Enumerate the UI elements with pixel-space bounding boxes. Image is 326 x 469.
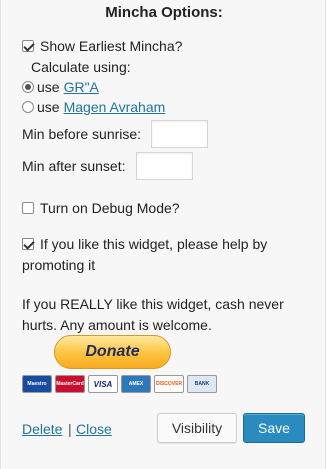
close-link[interactable]: Close bbox=[76, 421, 112, 437]
radio-gra-prefix: use bbox=[37, 79, 60, 95]
before-sunrise-input[interactable] bbox=[151, 120, 209, 148]
radio-magen-avraham-prefix: use bbox=[37, 99, 60, 115]
promote-row[interactable]: If you like this widget, please help by … bbox=[22, 234, 312, 276]
save-button[interactable]: Save bbox=[243, 413, 305, 443]
before-sunrise-row: Min before sunrise: bbox=[22, 120, 209, 148]
gra-link[interactable]: GR"A bbox=[64, 79, 99, 95]
mastercard-logo: MasterCard bbox=[55, 375, 85, 393]
after-sunset-label: Min after sunset: bbox=[22, 158, 126, 174]
magen-avraham-link[interactable]: Magen Avraham bbox=[64, 99, 166, 115]
calculate-using-label: Calculate using: bbox=[31, 59, 131, 75]
maestro-logo: Maestro bbox=[22, 375, 52, 393]
bank-logo: BANK bbox=[187, 375, 217, 393]
visa-logo: VISA bbox=[88, 375, 118, 393]
promote-checkbox[interactable] bbox=[22, 238, 34, 250]
before-sunrise-label: Min before sunrise: bbox=[22, 126, 142, 142]
payment-card-logos: Maestro MasterCard VISA AMEX DISCOVER BA… bbox=[22, 375, 217, 393]
debug-checkbox[interactable] bbox=[22, 202, 34, 214]
show-earliest-row[interactable]: Show Earliest Mincha? bbox=[22, 38, 182, 54]
show-earliest-checkbox[interactable] bbox=[22, 40, 34, 52]
after-sunset-row: Min after sunset: bbox=[22, 152, 193, 180]
debug-label: Turn on Debug Mode? bbox=[40, 200, 180, 216]
panel-title: Mincha Options: bbox=[105, 4, 223, 21]
widget-options-panel: Mincha Options: Show Earliest Mincha? Ca… bbox=[0, 0, 326, 469]
debug-row[interactable]: Turn on Debug Mode? bbox=[22, 200, 180, 216]
promote-label: If you like this widget, please help by … bbox=[22, 236, 268, 273]
gra-radio[interactable] bbox=[22, 81, 34, 93]
footer-separator: | bbox=[68, 421, 72, 437]
show-earliest-label: Show Earliest Mincha? bbox=[40, 38, 183, 54]
amex-logo: AMEX bbox=[121, 375, 151, 393]
calculate-using-row: Calculate using: bbox=[31, 59, 131, 75]
cash-note: If you REALLY like this widget, cash nev… bbox=[22, 296, 284, 333]
donate-button[interactable]: Donate bbox=[54, 335, 171, 369]
visibility-button[interactable]: Visibility bbox=[157, 413, 237, 443]
discover-logo: DISCOVER bbox=[154, 375, 184, 393]
radio-gra-row[interactable]: use GR"A bbox=[22, 79, 99, 95]
magen-avraham-radio[interactable] bbox=[22, 101, 34, 113]
delete-link[interactable]: Delete bbox=[22, 421, 62, 437]
radio-magen-avraham-row[interactable]: use Magen Avraham bbox=[22, 99, 165, 115]
after-sunset-input[interactable] bbox=[135, 152, 193, 180]
